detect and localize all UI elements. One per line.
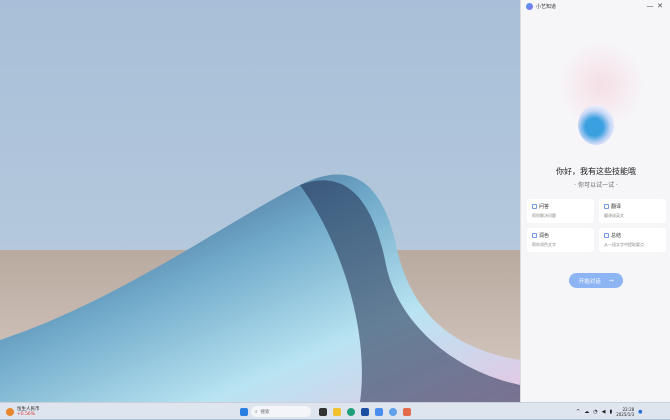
assistant-taskbar-icon[interactable] <box>389 407 397 416</box>
edge-browser-icon[interactable] <box>347 407 355 416</box>
wifi-icon[interactable]: ◔ <box>593 409 597 415</box>
chevron-up-icon[interactable]: ^ <box>576 409 580 415</box>
arrow-right-icon: → <box>608 277 614 284</box>
card-title: 问答 <box>539 204 550 210</box>
start-chat-button[interactable]: 开始对话 → <box>569 273 623 288</box>
notification-bell-icon[interactable]: ● <box>638 409 642 415</box>
assistant-panel: 小艺知道 — ✕ 你好，我有这些技能哦 · 你可以试一试 · 问答 帮你解决问题 … <box>520 0 670 402</box>
search-icon: ⌕ <box>255 409 258 415</box>
app-logo-icon <box>526 2 533 10</box>
summary-icon <box>604 233 609 238</box>
app-title: 小艺知道 <box>536 3 557 10</box>
wallpaper-wave <box>0 174 520 402</box>
widget-value: +0.56% <box>17 412 36 417</box>
assistant-orb-icon <box>578 105 614 145</box>
clock[interactable]: 22:28 2025/1/3 <box>616 407 634 417</box>
tray-icon[interactable]: ☁ <box>584 409 589 415</box>
skill-card-translate[interactable]: 翻译 翻译成英文 <box>599 199 666 223</box>
title-bar: 小艺知道 — ✕ <box>521 0 670 12</box>
desktop-wallpaper <box>0 0 520 402</box>
taskbar: 恒生人民币 +0.56% ⌕ 搜索 ^ ☁ ◔ ◀ ▮ 22:28 2025/1/3 … <box>0 402 670 419</box>
skill-card-polish[interactable]: 润色 帮你润色文字 <box>527 228 594 252</box>
battery-icon[interactable]: ▮ <box>609 409 612 415</box>
app-icon[interactable] <box>375 407 383 416</box>
greeting: 你好，我有这些技能哦 <box>556 167 636 176</box>
date: 2025/1/3 <box>616 411 635 417</box>
search-box[interactable]: ⌕ 搜索 <box>251 406 311 417</box>
card-title: 翻译 <box>611 204 622 210</box>
close-button[interactable]: ✕ <box>655 2 665 10</box>
store-icon[interactable] <box>361 407 369 416</box>
polish-icon <box>532 233 537 238</box>
qa-icon <box>532 204 537 209</box>
card-title: 润色 <box>539 233 550 239</box>
card-desc: 从一段文字中提取要点 <box>604 242 644 247</box>
skill-card-qa[interactable]: 问答 帮你解决问题 <box>527 199 594 223</box>
card-desc: 翻译成英文 <box>604 213 624 218</box>
card-desc: 帮你解决问题 <box>532 213 556 218</box>
app2-icon[interactable] <box>403 407 411 416</box>
widget-icon <box>6 407 14 416</box>
skill-card-summary[interactable]: 总结从一段文字中提取要点 <box>599 228 666 252</box>
start-button-windows-icon[interactable] <box>240 407 248 416</box>
task-view-icon[interactable] <box>319 407 327 416</box>
stock-widget[interactable]: 恒生人民币 +0.56% <box>6 403 40 420</box>
card-title: 总结 <box>611 233 622 239</box>
search-placeholder: 搜索 <box>260 409 270 415</box>
minimize-button[interactable]: — <box>645 2 655 10</box>
volume-icon[interactable]: ◀ <box>602 409 606 415</box>
file-explorer-icon[interactable] <box>333 407 341 416</box>
start-label: 开始对话 <box>578 278 601 285</box>
hint-text: · 你可以试一试 · <box>574 182 618 189</box>
translate-icon <box>604 204 609 209</box>
card-desc: 帮你润色文字 <box>532 242 556 247</box>
